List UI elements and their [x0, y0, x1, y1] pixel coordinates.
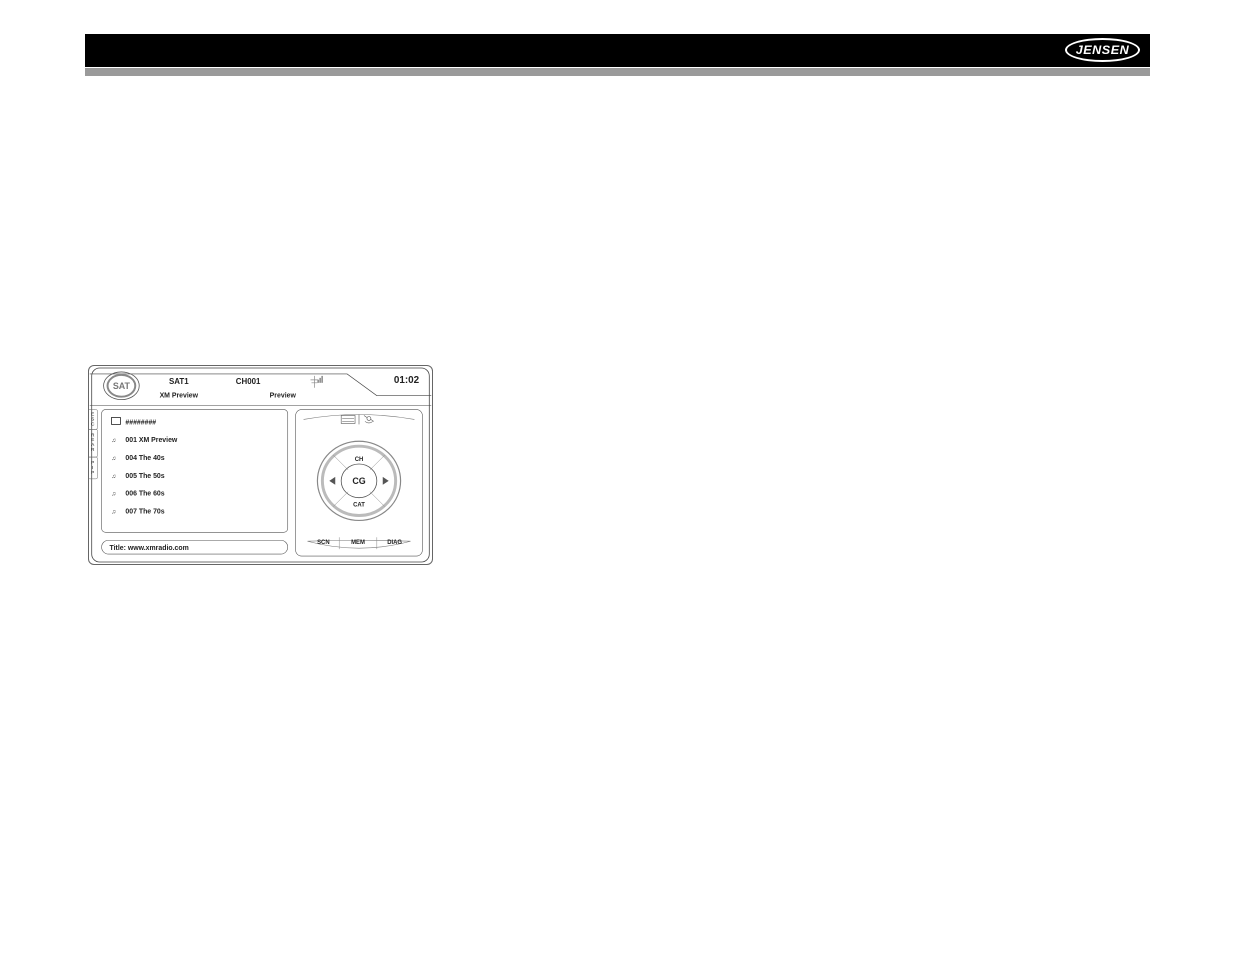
svg-text:007 The 70s: 007 The 70s — [125, 509, 164, 516]
signal-icon — [310, 376, 322, 388]
dial-top[interactable]: CH — [355, 457, 364, 463]
brand-badge: JENSEN — [1065, 38, 1140, 62]
footer-title: Title: www.xmradio.com — [110, 545, 189, 552]
category-label: XM Preview — [160, 393, 199, 400]
list-item[interactable]: ######## — [112, 417, 157, 426]
svg-text:P: P — [91, 470, 95, 476]
svg-text:C: C — [91, 421, 95, 427]
satellite-icon[interactable] — [364, 416, 374, 423]
now-label: Preview — [270, 393, 297, 400]
svg-text:005 The 50s: 005 The 50s — [125, 473, 164, 480]
list-item[interactable]: ♫ 005 The 50s — [112, 473, 165, 480]
svg-text:004 The 40s: 004 The 40s — [125, 455, 164, 462]
clock-label: 01:02 — [394, 375, 420, 386]
svg-text:R: R — [91, 447, 95, 453]
header-black-bar — [85, 34, 1150, 67]
dial-left[interactable] — [329, 477, 335, 485]
list-item[interactable]: ♫ 007 The 70s — [112, 509, 165, 516]
mode-icon: SAT — [113, 381, 131, 391]
side-tabs: E S C R E A R P I P — [89, 410, 98, 479]
brand-name: JENSEN — [1076, 43, 1130, 57]
svg-text:♫: ♫ — [112, 492, 116, 498]
svg-text:001 XM Preview: 001 XM Preview — [125, 437, 178, 444]
dial-center-button[interactable]: CG — [352, 476, 365, 486]
list-item[interactable]: ♫ 004 The 40s — [112, 455, 165, 462]
list-item[interactable]: ♫ 001 XM Preview — [112, 437, 178, 444]
dial-right[interactable] — [383, 477, 389, 485]
softkey-diag[interactable]: DIAG — [387, 540, 402, 546]
svg-text:♫: ♫ — [112, 474, 116, 480]
svg-text:♫: ♫ — [112, 510, 116, 516]
device-screen: SAT SAT1 CH001 01:02 XM Preview Preview … — [88, 365, 433, 565]
dial-bottom[interactable]: CAT — [353, 503, 365, 509]
keyboard-icon[interactable] — [341, 416, 355, 424]
svg-text:006 The 60s: 006 The 60s — [125, 491, 164, 498]
channel-label: CH001 — [236, 377, 261, 386]
svg-text:♫: ♫ — [112, 438, 116, 444]
softkey-scn[interactable]: SCN — [317, 540, 330, 546]
svg-text:♫: ♫ — [112, 456, 116, 462]
band-label: SAT1 — [169, 377, 189, 386]
list-item[interactable]: ♫ 006 The 60s — [112, 491, 165, 498]
svg-text:########: ######## — [125, 419, 156, 426]
softkey-mem[interactable]: MEM — [351, 540, 365, 546]
header-gray-bar — [85, 68, 1150, 76]
